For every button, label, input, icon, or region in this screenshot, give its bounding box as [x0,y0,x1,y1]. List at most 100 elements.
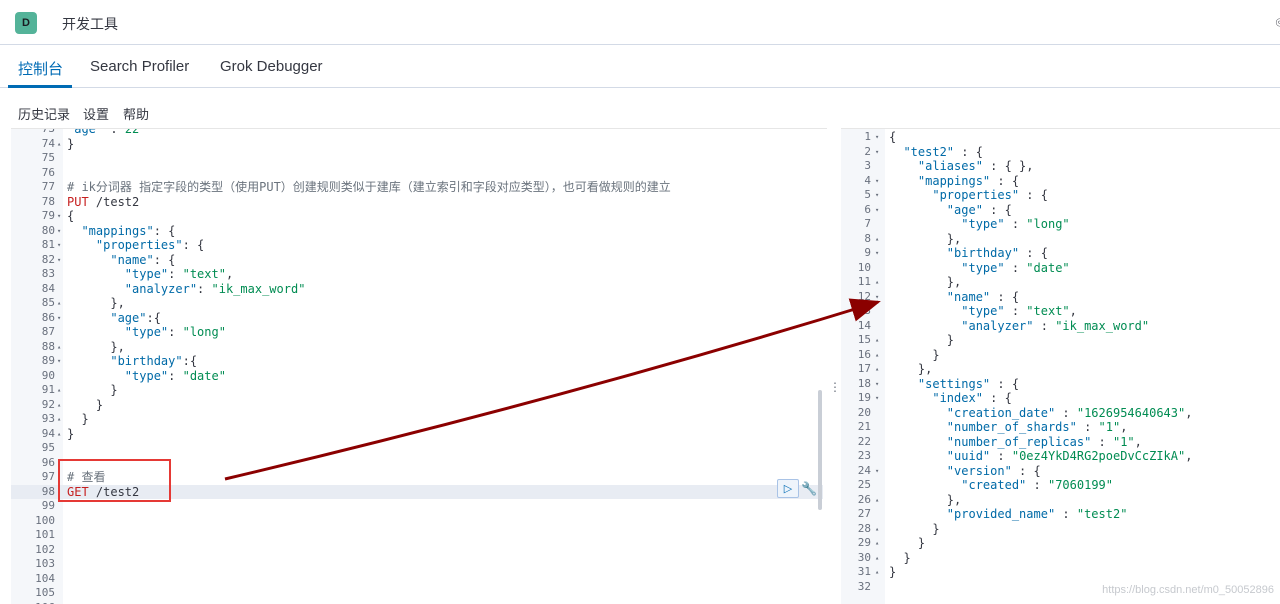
top-bar: D 开发工具 ⌾ [0,0,1280,45]
fold-toggle-icon[interactable]: ▾ [875,377,879,392]
fold-toggle-icon[interactable]: ▾ [875,464,879,479]
fold-toggle-icon[interactable]: ▾ [875,203,879,218]
fold-toggle-icon[interactable]: ▴ [875,522,879,537]
tab-console[interactable]: 控制台 [18,58,63,79]
code-text: }, [946,275,962,289]
line-number: 87 [41,325,55,338]
fold-toggle-icon[interactable]: ▴ [57,427,61,442]
fold-toggle-icon[interactable]: ▴ [875,362,879,377]
fold-toggle-icon[interactable]: ▾ [875,290,879,305]
help-link[interactable]: 帮助 [123,104,149,123]
code-text: "properties" : { [932,188,1048,202]
code-text: "type" : "date" [961,260,1070,275]
fold-toggle-icon[interactable]: ▾ [875,188,879,203]
fold-toggle-icon[interactable]: ▾ [57,224,61,239]
fold-toggle-icon[interactable]: ▾ [57,253,61,268]
fold-toggle-icon[interactable]: ▾ [57,209,61,224]
line-number: 22 [857,434,871,448]
pane-resize-handle[interactable]: ⋮ [829,380,841,394]
fold-toggle-icon[interactable]: ▾ [875,145,879,160]
line-number: 5 [864,188,871,201]
code-text: } [889,565,897,579]
line-number: 81 [41,238,55,251]
line-number: 75 [41,151,55,164]
line-number: 17 [857,362,871,375]
fold-toggle-icon[interactable]: ▾ [57,238,61,253]
fold-toggle-icon[interactable]: ▴ [875,536,879,551]
code-text: { [889,130,897,144]
code-text: } [67,136,75,151]
line-number: 28 [857,521,871,535]
code-text: "version" : { [946,463,1041,478]
code-text: "birthday":{ [110,354,198,368]
fold-toggle-icon[interactable]: ▴ [57,383,61,398]
line-number: 93 [41,412,55,425]
line-number: 9 [864,246,871,259]
fold-toggle-icon[interactable]: ▴ [875,333,879,348]
code-text: }, [946,492,962,507]
fold-toggle-icon[interactable]: ▾ [57,311,61,326]
fold-toggle-icon[interactable]: ▴ [57,296,61,311]
run-request-button[interactable]: ▷ [777,479,799,498]
code-text: } [917,536,926,550]
wrench-icon[interactable]: 🔧 [801,481,817,497]
help-icon[interactable]: ⌾ [1276,14,1280,31]
fold-toggle-icon[interactable]: ▾ [875,246,879,261]
line-number: 84 [41,281,55,295]
line-number: 90 [41,368,55,382]
line-number: 74 [41,136,55,150]
fold-toggle-icon[interactable]: ▴ [57,412,61,427]
line-number: 24 [857,463,871,477]
fold-toggle-icon[interactable]: ▴ [875,232,879,247]
line-number: 79 [41,209,55,222]
fold-toggle-icon[interactable]: ▾ [57,354,61,369]
code-text: PUT /test2 [67,194,140,209]
fold-toggle-icon[interactable]: ▴ [57,137,61,152]
line-number: 102 [35,542,55,556]
line-number: 7 [864,217,871,230]
code-text: } [932,521,940,536]
code-text: "mappings": { [81,223,176,238]
app-title: 开发工具 [62,16,118,32]
line-number: 92 [41,397,55,411]
history-link[interactable]: 历史记录 [18,104,70,123]
tab-grok-debugger[interactable]: Grok Debugger [220,58,323,75]
code-text: "analyzer" : "ik_max_word" [961,318,1150,333]
fold-toggle-icon[interactable]: ▾ [875,174,879,189]
code-text: "test2" : { [903,144,983,159]
fold-toggle-icon[interactable]: ▴ [875,493,879,508]
line-number: 94 [41,426,55,440]
line-number: 4 [864,173,871,187]
tab-search-profiler[interactable]: Search Profiler [90,58,189,75]
request-editor[interactable]: 73 "age" : 22 74 ▴} 75 76 77 # ik分词器 指定字段的类型（使用… [11,128,827,604]
code-text: "number_of_replicas" : "1", [946,434,1142,449]
fold-toggle-icon[interactable]: ▾ [875,130,879,145]
code-text: "type": "long" [124,325,226,339]
settings-link[interactable]: 设置 [83,104,109,123]
line-number: 99 [41,499,55,512]
code-text: }, [110,339,125,354]
response-viewer: 1 ▾ {2 ▾ "test2" : {3 "aliases" : { }, 4 ▾ "m… [841,128,1280,604]
fold-toggle-icon[interactable]: ▴ [57,340,61,355]
code-text: "settings" : { [917,376,1020,391]
code-text: } [95,397,104,412]
line-number: 19 [857,391,871,404]
tab-bar: 控制台 Search Profiler Grok Debugger [0,46,1280,88]
fold-toggle-icon[interactable]: ▴ [57,398,61,413]
line-number: 103 [35,557,55,570]
app-badge[interactable]: D [15,12,37,34]
fold-toggle-icon[interactable]: ▴ [875,565,879,580]
fold-toggle-icon[interactable]: ▴ [875,275,879,290]
line-number: 97 [41,470,55,483]
line-number: 10 [857,260,871,274]
code-text: "properties": { [95,238,205,252]
active-tab-underline [8,85,72,88]
line-number: 3 [864,159,871,172]
editor-scrollbar[interactable] [818,390,822,510]
code-text: "name" : { [946,289,1020,304]
fold-toggle-icon[interactable]: ▴ [875,551,879,566]
fold-toggle-icon[interactable]: ▴ [875,348,879,363]
code-text: "number_of_shards" : "1", [946,420,1128,434]
code-text: "age" : { [946,202,1012,217]
fold-toggle-icon[interactable]: ▾ [875,391,879,406]
